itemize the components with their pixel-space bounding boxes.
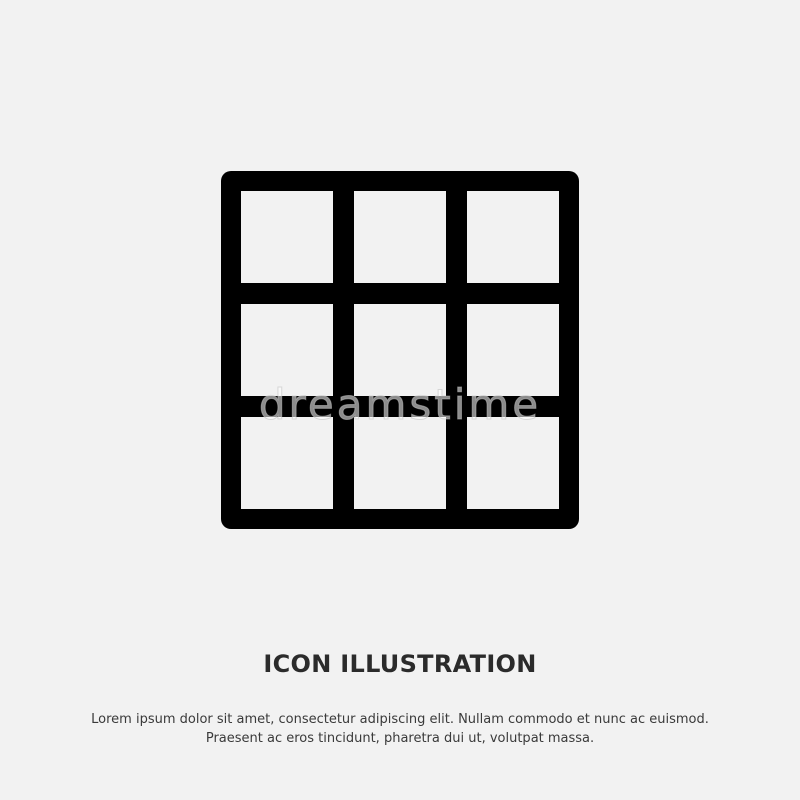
- caption-description: Lorem ipsum dolor sit amet, consectetur …: [0, 710, 800, 748]
- grid-cell: [354, 304, 446, 396]
- grid-cell: [467, 304, 559, 396]
- grid-cell: [241, 191, 333, 283]
- caption-title: ICON ILLUSTRATION: [263, 650, 537, 678]
- caption-line: Lorem ipsum dolor sit amet, consectetur …: [91, 712, 709, 727]
- grid-cell: [241, 417, 333, 509]
- grid-cell: [467, 191, 559, 283]
- grid-cell: [354, 191, 446, 283]
- grid-icon: [220, 170, 580, 530]
- grid-cell: [354, 417, 446, 509]
- caption-line: Praesent ac eros tincidunt, pharetra dui…: [205, 731, 595, 746]
- grid-cell: [467, 417, 559, 509]
- grid-cell: [241, 304, 333, 396]
- grid-3x3-icon: [221, 171, 579, 529]
